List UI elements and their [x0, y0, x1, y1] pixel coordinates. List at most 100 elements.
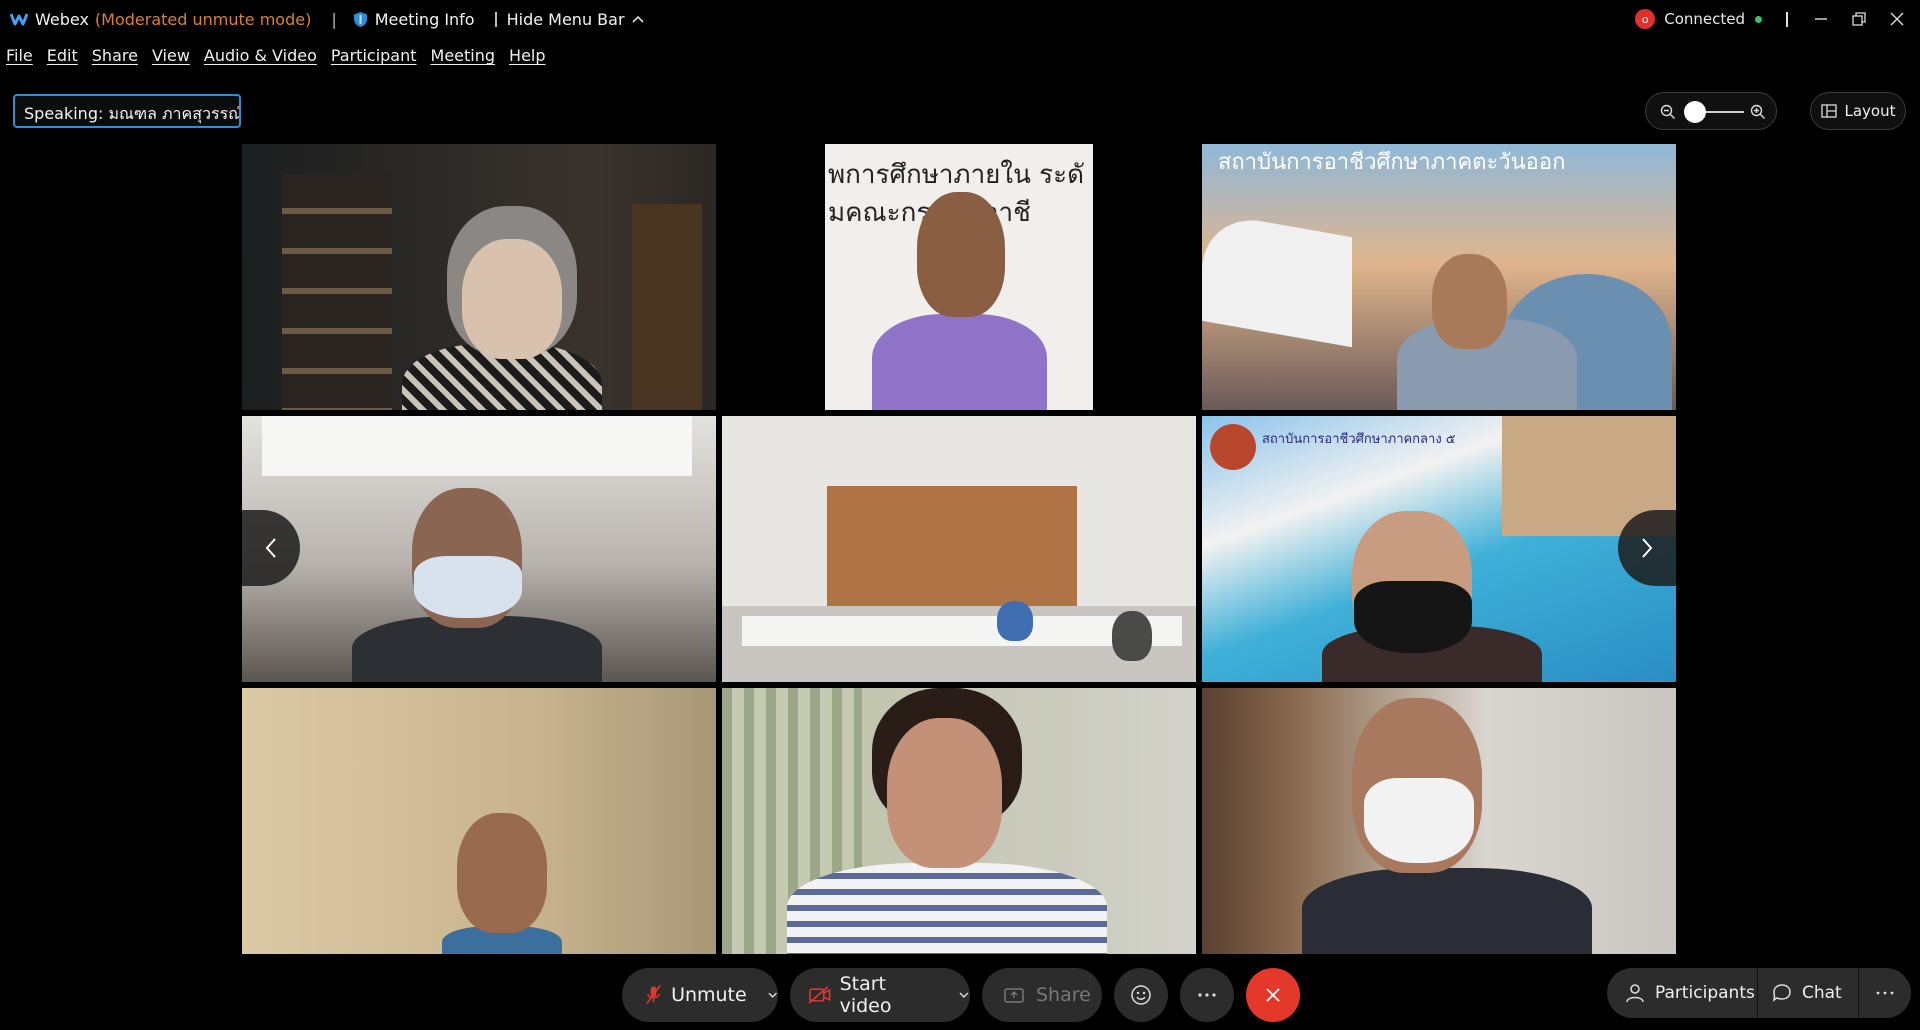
- title-divider: [494, 11, 497, 27]
- video-tile-9[interactable]: [1202, 688, 1676, 954]
- close-window-button[interactable]: [1878, 0, 1916, 38]
- chevron-down-icon[interactable]: [767, 991, 778, 999]
- participant-face: [457, 813, 547, 933]
- participant-face: [917, 192, 1005, 317]
- close-icon: [1266, 988, 1280, 1002]
- meeting-mode-label: (Moderated unmute mode): [94, 9, 312, 29]
- speaking-indicator: Speaking: มณฑล ภาคสุวรรณ์: [13, 94, 241, 128]
- share-button[interactable]: Share: [982, 968, 1102, 1022]
- participant-face: [462, 239, 562, 359]
- institute-banner: สถาบันการอาชีวศึกษาภาคกลาง ๕: [1262, 432, 1456, 447]
- face-mask: [414, 556, 522, 618]
- wall-panel: [827, 486, 1077, 616]
- participant-body: [787, 863, 1107, 954]
- microphone-muted-icon: [646, 985, 661, 1004]
- participants-label: Participants: [1655, 983, 1755, 1003]
- smiley-icon: [1131, 985, 1151, 1005]
- video-tile-1[interactable]: [242, 144, 716, 410]
- menu-help[interactable]: Help: [509, 46, 545, 68]
- face-mask: [1364, 778, 1474, 863]
- connection-badge[interactable]: o: [1635, 9, 1656, 29]
- menu-bar: File Edit Share View Audio & Video Parti…: [0, 46, 554, 68]
- chat-bubble-icon: [1773, 984, 1791, 1002]
- video-grid: พการศึกษาภายใน ระดั มคณะกร การอาชี สถาบั…: [242, 144, 1677, 954]
- panel-more-button[interactable]: [1859, 968, 1895, 1018]
- share-label: Share: [1036, 984, 1091, 1006]
- start-video-button[interactable]: Start video: [790, 968, 970, 1022]
- student: [1112, 611, 1152, 661]
- train-graphic: [1202, 210, 1352, 348]
- title-right-divider: [1786, 11, 1788, 27]
- video-tile-3[interactable]: สถาบันการอาชีวศึกษาภาคตะวันออก: [1202, 144, 1676, 410]
- institute-banner: สถาบันการอาชีวศึกษาภาคตะวันออก: [1218, 150, 1566, 175]
- video-tile-7[interactable]: [242, 688, 716, 954]
- close-icon: [1890, 12, 1904, 26]
- title-bar: Webex (Moderated unmute mode) | Meeting …: [0, 0, 1920, 38]
- meeting-info-button[interactable]: Meeting Info: [353, 10, 475, 29]
- title-right-area: o Connected: [1635, 0, 1920, 38]
- participant-body: [1302, 868, 1592, 954]
- webex-logo-icon: [10, 13, 28, 26]
- menu-participant[interactable]: Participant: [331, 46, 417, 68]
- student: [997, 601, 1033, 641]
- video-off-icon: [808, 986, 831, 1004]
- menu-edit[interactable]: Edit: [47, 46, 78, 68]
- chat-label: Chat: [1802, 983, 1842, 1003]
- chat-button[interactable]: Chat: [1758, 968, 1858, 1018]
- video-tile-6[interactable]: สถาบันการอาชีวศึกษาภาคกลาง ๕: [1202, 416, 1676, 682]
- logo-seal: [1210, 424, 1256, 470]
- start-video-label: Start video: [839, 973, 892, 1017]
- minimize-button[interactable]: [1802, 0, 1840, 38]
- participants-button[interactable]: Participants: [1607, 968, 1757, 1018]
- wardrobe: [632, 204, 702, 410]
- restore-icon: [1852, 12, 1866, 26]
- layout-grid-icon: [1820, 104, 1837, 118]
- menu-share[interactable]: Share: [92, 46, 138, 68]
- bookshelf: [282, 174, 392, 410]
- video-tile-4[interactable]: [242, 416, 716, 682]
- minimize-icon: [1815, 18, 1827, 20]
- unmute-label: Unmute: [671, 984, 747, 1006]
- panel-controls: Participants Chat: [1607, 968, 1911, 1018]
- leave-meeting-button[interactable]: [1246, 968, 1300, 1022]
- zoom-out-icon[interactable]: [1660, 104, 1676, 120]
- layout-label: Layout: [1844, 102, 1896, 120]
- menu-audio-video[interactable]: Audio & Video: [204, 46, 317, 68]
- connection-status: Connected: [1664, 10, 1745, 28]
- connected-dot-icon: [1755, 15, 1762, 23]
- more-dots-icon: [1876, 991, 1894, 995]
- shield-icon: [353, 11, 367, 27]
- participant-icon: [1626, 984, 1644, 1003]
- zoom-slider-handle[interactable]: [1684, 101, 1706, 123]
- participant-body: [872, 314, 1047, 410]
- more-options-button[interactable]: [1180, 968, 1234, 1022]
- ceiling-light: [262, 416, 692, 476]
- menu-file[interactable]: File: [6, 46, 33, 68]
- restore-button[interactable]: [1840, 0, 1878, 38]
- banner-line-1: พการศึกษาภายใน ระดั: [828, 160, 1084, 190]
- chevron-down-icon[interactable]: [958, 991, 970, 999]
- chevron-right-icon: [1642, 538, 1653, 558]
- chevron-up-icon: [631, 15, 644, 23]
- unmute-button[interactable]: Unmute: [622, 968, 778, 1022]
- meeting-info-label: Meeting Info: [374, 9, 475, 29]
- app-name: Webex: [35, 9, 89, 29]
- zoom-in-icon[interactable]: [1750, 104, 1766, 120]
- video-tile-5[interactable]: [722, 416, 1196, 682]
- zoom-control: [1645, 92, 1777, 130]
- title-separator: |: [331, 9, 337, 29]
- menu-view[interactable]: View: [152, 46, 190, 68]
- chevron-left-icon: [265, 538, 276, 558]
- hide-menu-bar-button[interactable]: Hide Menu Bar: [507, 10, 645, 29]
- share-icon: [1004, 988, 1024, 1003]
- hide-menu-bar-label: Hide Menu Bar: [506, 9, 625, 29]
- more-dots-icon: [1198, 993, 1216, 997]
- menu-meeting[interactable]: Meeting: [431, 46, 496, 68]
- video-tile-2[interactable]: พการศึกษาภายใน ระดั มคณะกร การอาชี: [722, 144, 1196, 410]
- video-tile-8[interactable]: [722, 688, 1196, 954]
- participant-face: [1432, 254, 1507, 349]
- participant-face: [887, 718, 1002, 868]
- layout-button[interactable]: Layout: [1810, 92, 1906, 130]
- reactions-button[interactable]: [1114, 968, 1168, 1022]
- meeting-controls: Unmute Start video Share: [622, 968, 1312, 1022]
